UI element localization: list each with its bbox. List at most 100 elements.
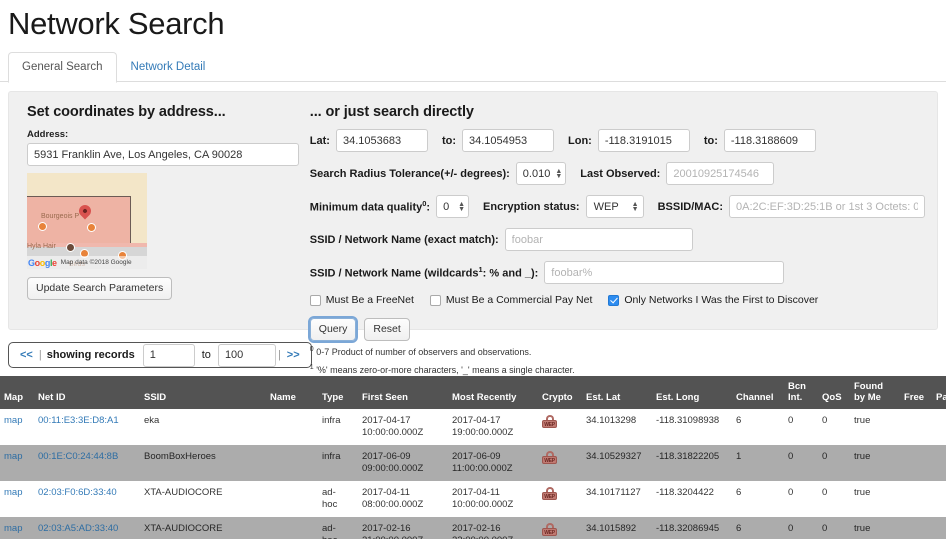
cell-channel: 6 bbox=[736, 415, 742, 426]
min-data-quality-label: Minimum data quality0: bbox=[310, 199, 430, 214]
results-table: Map Net ID SSID Name Type First Seen Mos… bbox=[0, 376, 946, 539]
cell-type: ad-hoc bbox=[322, 487, 338, 510]
cell-ssid: XTA-AUDIOCORE bbox=[144, 487, 223, 498]
page-title: Network Search bbox=[8, 6, 225, 41]
col-qos[interactable]: QoS bbox=[818, 376, 850, 409]
table-row: map 02:03:F0:6D:33:40 XTA-AUDIOCORE ad-hoc 2… bbox=[0, 481, 946, 517]
encryption-status-select[interactable]: WEP ▲ ▼ bbox=[585, 195, 644, 218]
min-data-quality-label-colon: : bbox=[426, 201, 431, 214]
cell-net-id: 00:1E:C0:24:44:8B bbox=[34, 445, 140, 481]
col-channel[interactable]: Channel bbox=[732, 376, 784, 409]
cell-type: infra bbox=[322, 451, 341, 462]
col-map[interactable]: Map bbox=[0, 376, 34, 409]
tab-general-search[interactable]: General Search bbox=[8, 52, 117, 83]
ssid-exact-label: SSID / Network Name (exact match): bbox=[309, 233, 499, 246]
net-id-link[interactable]: 02:03:F0:6D:33:40 bbox=[38, 487, 117, 498]
lon-to-input[interactable] bbox=[723, 129, 816, 152]
wep-lock-icon: WEP bbox=[542, 415, 557, 428]
address-input[interactable] bbox=[27, 143, 299, 166]
cell-bcn-int: 0 bbox=[788, 415, 794, 426]
footnote-1-marker: 1 bbox=[309, 364, 314, 371]
wep-lock-icon: WEP bbox=[542, 523, 557, 536]
cell-crypto: WEP bbox=[538, 445, 582, 481]
encryption-status-label: Encryption status: bbox=[483, 200, 580, 213]
last-observed-input[interactable] bbox=[666, 162, 775, 185]
tab-network-detail[interactable]: Network Detail bbox=[117, 52, 220, 82]
results-table-wrapper: Map Net ID SSID Name Type First Seen Mos… bbox=[0, 376, 946, 539]
map-link[interactable]: map bbox=[4, 523, 22, 534]
net-id-link[interactable]: 00:11:E3:3E:D8:A1 bbox=[38, 415, 119, 426]
bssid-mac-input[interactable] bbox=[729, 195, 925, 218]
net-id-link[interactable]: 00:1E:C0:24:44:8B bbox=[38, 451, 118, 462]
wep-lock-icon: WEP bbox=[542, 451, 557, 464]
bssid-mac-label: BSSID/MAC: bbox=[657, 200, 723, 213]
cell-channel: 6 bbox=[736, 487, 742, 498]
ssid-wildcard-input[interactable] bbox=[544, 261, 785, 284]
reset-button[interactable]: Reset bbox=[364, 318, 410, 341]
lon-label: Lon: bbox=[568, 134, 592, 147]
cell-est-long: -118.31098938 bbox=[656, 415, 720, 426]
ssid-wildcard-row: SSID / Network Name (wildcards1: % and _… bbox=[310, 261, 925, 284]
cell-found-by-me: true bbox=[854, 451, 871, 462]
lat-to-input[interactable] bbox=[462, 129, 554, 152]
min-data-quality-label-text: Minimum data quality bbox=[309, 201, 423, 214]
col-most-recently[interactable]: Most Recently bbox=[448, 376, 538, 409]
map-link[interactable]: map bbox=[4, 451, 22, 462]
update-search-parameters-button[interactable]: Update Search Parameters bbox=[27, 277, 173, 300]
chevron-updown-icon: ▲ ▼ bbox=[631, 200, 639, 213]
location-map[interactable]: Bourgeois P Hyla Hair Birds Google Map d… bbox=[27, 173, 147, 269]
cell-most-recently: 2017-02-1622:00:00.000Z bbox=[452, 523, 513, 539]
col-est-long[interactable]: Est. Long bbox=[652, 376, 732, 409]
search-radius-stepper[interactable]: 0.010 ▲ ▼ bbox=[515, 162, 567, 185]
col-est-lat[interactable]: Est. Lat bbox=[582, 376, 652, 409]
cell-ssid: eka bbox=[144, 415, 160, 426]
cell-bcn-int: 0 bbox=[788, 451, 794, 462]
net-id-link[interactable]: 02:03:A5:AD:33:40 bbox=[38, 523, 118, 534]
ssid-wildcard-label-tail: : % and _): bbox=[482, 267, 539, 280]
radius-observed-row: Search Radius Tolerance(+/- degrees): 0.… bbox=[310, 162, 925, 185]
cell-first-seen: 2017-02-1621:00:00.000Z bbox=[362, 523, 423, 539]
col-free[interactable]: Free bbox=[900, 376, 932, 409]
cell-net-id: 02:03:A5:AD:33:40 bbox=[34, 517, 140, 539]
cell-found-by-me: true bbox=[854, 487, 871, 498]
map-link[interactable]: map bbox=[4, 487, 22, 498]
cell-map: map bbox=[0, 409, 34, 445]
cell-qos: 0 bbox=[822, 415, 828, 426]
form-action-buttons: Query Reset bbox=[307, 316, 925, 343]
col-ssid[interactable]: SSID bbox=[140, 376, 266, 409]
lat-label: Lat: bbox=[309, 134, 330, 147]
ssid-wildcard-label: SSID / Network Name (wildcards1: % and _… bbox=[310, 265, 539, 280]
col-net-id[interactable]: Net ID bbox=[34, 376, 140, 409]
first-to-discover-checkbox[interactable] bbox=[608, 294, 620, 306]
col-pay[interactable]: Pay bbox=[932, 376, 946, 409]
cell-free bbox=[900, 517, 932, 539]
col-found-by-me[interactable]: Found by Me bbox=[850, 376, 900, 409]
col-name[interactable]: Name bbox=[266, 376, 318, 409]
results-table-head: Map Net ID SSID Name Type First Seen Mos… bbox=[0, 376, 946, 409]
query-button[interactable]: Query bbox=[307, 316, 359, 343]
col-type[interactable]: Type bbox=[318, 376, 358, 409]
paynet-checkbox[interactable] bbox=[429, 294, 441, 306]
cell-type: infra bbox=[322, 415, 341, 426]
lon-from-input[interactable] bbox=[597, 129, 690, 152]
map-credit-text: Map data ©2018 Google bbox=[60, 259, 132, 266]
min-data-quality-stepper[interactable]: 0 ▲ ▼ bbox=[436, 195, 470, 218]
ssid-exact-row: SSID / Network Name (exact match): bbox=[310, 228, 925, 251]
stepper-arrows-icon: ▲ ▼ bbox=[555, 167, 563, 180]
col-crypto[interactable]: Crypto bbox=[538, 376, 582, 409]
map-label-bourgeois: Bourgeois P bbox=[41, 213, 80, 220]
filter-checkbox-row: Must Be a FreeNet Must Be a Commercial P… bbox=[309, 294, 925, 306]
cell-most-recently: 2017-04-17 19:00:00.000Z bbox=[452, 415, 514, 438]
lat-from-input[interactable] bbox=[335, 129, 428, 152]
footnote-data-quality: 0 0-7 Product of number of observers and… bbox=[310, 343, 925, 359]
map-attribution: Google Map data ©2018 Google bbox=[27, 256, 147, 269]
map-poi-cafe-2 bbox=[87, 223, 96, 232]
cell-found-by-me: true bbox=[854, 523, 871, 534]
freenet-checkbox[interactable] bbox=[309, 294, 321, 306]
col-bcn-int[interactable]: Bcn Int. bbox=[784, 376, 818, 409]
col-first-seen[interactable]: First Seen bbox=[358, 376, 448, 409]
encryption-status-value: WEP bbox=[593, 200, 619, 213]
ssid-exact-input[interactable] bbox=[504, 228, 693, 251]
cell-qos: 0 bbox=[822, 451, 828, 462]
map-link[interactable]: map bbox=[4, 415, 22, 426]
